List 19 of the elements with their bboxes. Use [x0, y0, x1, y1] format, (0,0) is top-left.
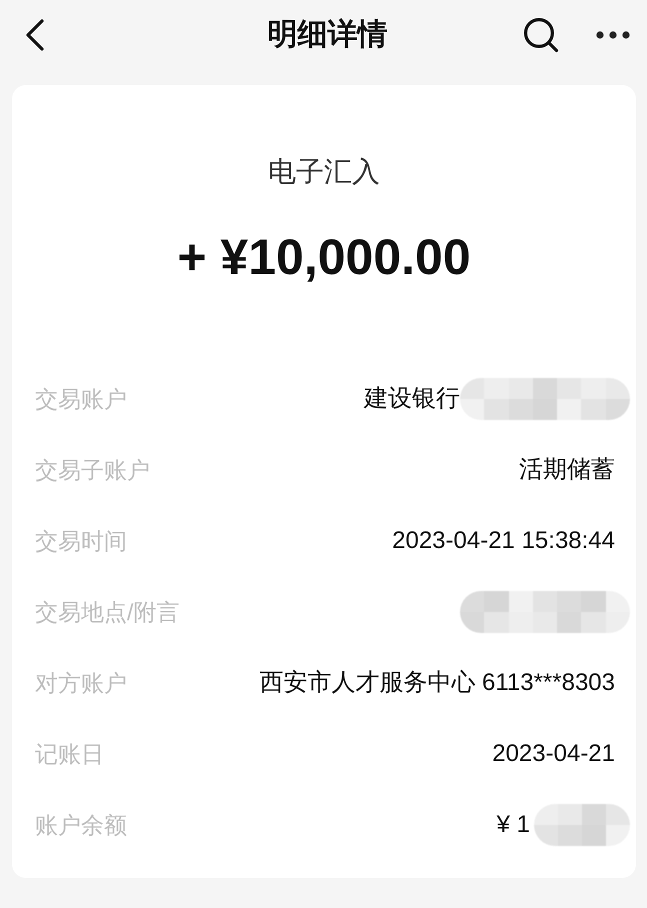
- transaction-amount: + ¥10,000.00: [177, 229, 471, 285]
- field-label: 账户余额: [35, 810, 127, 840]
- field-label: 交易地点/附言: [35, 598, 180, 626]
- transaction-type: 电子汇入: [268, 155, 380, 189]
- more-icon[interactable]: [596, 31, 630, 39]
- field-value: 2023-04-21 15:38:44: [392, 526, 615, 556]
- field-label: 对方账户: [35, 668, 127, 698]
- field-label: 交易子账户: [35, 456, 150, 484]
- field-value: 2023-04-21: [492, 738, 615, 768]
- field-value: ¥ 1: [496, 810, 530, 840]
- page-title: 明细详情: [268, 17, 388, 53]
- field-label: 记账日: [35, 740, 104, 768]
- field-value: 活期储蓄: [519, 454, 615, 484]
- field-value: 建设银行: [364, 384, 460, 414]
- field-value: 西安市人才服务中心 6113***8303: [259, 668, 615, 698]
- search-icon[interactable]: [523, 17, 559, 53]
- back-icon[interactable]: [25, 19, 45, 51]
- field-label: 交易账户: [35, 384, 127, 414]
- field-label: 交易时间: [35, 526, 127, 556]
